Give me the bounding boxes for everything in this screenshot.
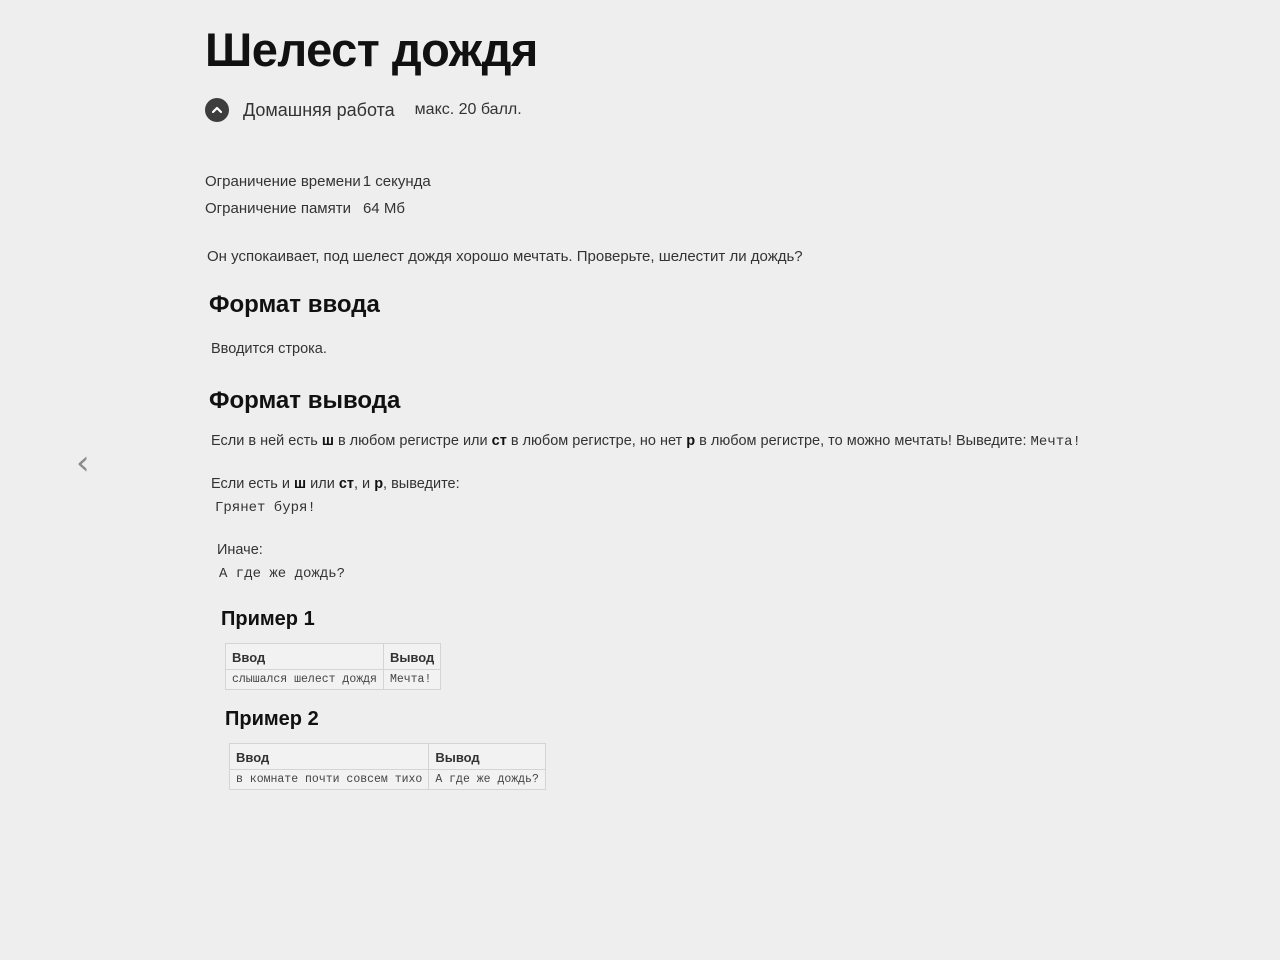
time-limit-row: Ограничение времени 1 секунда [205, 168, 1205, 195]
example-1-table: Ввод Вывод слышался шелест дождя Мечта! [225, 643, 442, 690]
homework-label: Домашняя работа [243, 99, 395, 120]
letter: р [686, 433, 696, 449]
example-1-heading: Пример 1 [221, 608, 315, 630]
memory-limit-row: Ограничение памяти 64 Мб [205, 195, 1205, 222]
text: или [306, 476, 339, 492]
table-row: в комнате почти совсем тихо А где же дож… [228, 769, 546, 790]
output-value: Мечта! [1030, 434, 1081, 450]
text: в любом регистре или [333, 433, 492, 449]
time-limit-label: Ограничение времени [205, 173, 361, 190]
memory-limit-label: Ограничение памяти [205, 200, 351, 217]
limits: Ограничение времени 1 секунда Ограничение… [205, 168, 1205, 222]
example-2-table: Ввод Вывод в комнате почти совсем тихо А… [228, 743, 546, 790]
text: в любом регистре, то можно мечтать! Выве… [695, 433, 1031, 449]
table-header-row: Ввод Вывод [225, 643, 442, 670]
column-header: Вывод [428, 743, 546, 770]
time-limit-value: 1 секунда [362, 173, 431, 190]
text: , и [354, 476, 375, 492]
text: Если в ней есть [211, 433, 322, 449]
input-format-text: Вводится строка. [211, 341, 327, 357]
column-header: Ввод [228, 743, 430, 770]
letter: ст [491, 433, 507, 449]
example-input: в комнате почти совсем тихо [228, 769, 430, 790]
output-value: Грянет буря! [215, 500, 316, 516]
letter: ш [294, 476, 307, 492]
column-header: Вывод [382, 643, 442, 670]
text: , выведите: [383, 476, 460, 492]
homework-badge-icon [205, 98, 229, 122]
legend: Он успокаивает, под шелест дождя хорошо … [207, 248, 803, 265]
output-format-heading: Формат вывода [209, 387, 401, 414]
table-row: слышался шелест дождя Мечта! [225, 669, 442, 690]
problem-meta: Домашняя работа макс. 20 балл. [205, 98, 1205, 122]
letter: р [374, 476, 384, 492]
output-rule-2: Если есть и ш или ст, и р, выведите: [211, 474, 1205, 494]
output-rule-3: Иначе: [217, 542, 263, 558]
input-format-heading: Формат ввода [209, 291, 380, 318]
example-2-heading: Пример 2 [225, 708, 319, 730]
text: в любом регистре, но нет [506, 433, 687, 449]
letter: ш [321, 433, 334, 449]
column-header: Ввод [225, 643, 384, 670]
memory-limit-value: 64 Мб [362, 200, 405, 217]
output-rule-1: Если в ней есть ш в любом регистре или с… [211, 431, 1205, 452]
table-header-row: Ввод Вывод [228, 743, 546, 770]
example-input: слышался шелест дождя [225, 669, 384, 690]
text: Если есть и [211, 476, 295, 492]
max-score: макс. 20 балл. [414, 101, 522, 118]
chevron-left-icon[interactable]: ‹ [76, 446, 102, 480]
problem-statement: Шелест дождя Домашняя работа макс. 20 ба… [205, 18, 1205, 790]
example-output: Мечта! [382, 669, 442, 690]
letter: ст [338, 476, 354, 492]
page-title: Шелест дождя [205, 23, 538, 76]
output-value: А где же дождь? [219, 566, 346, 582]
example-output: А где же дождь? [428, 769, 546, 790]
